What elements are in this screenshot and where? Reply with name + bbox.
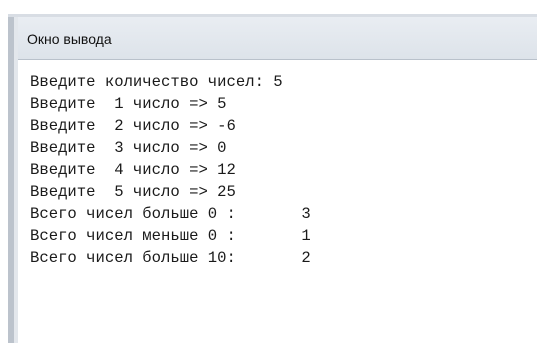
window-left-border-inner [14,17,18,343]
output-window-title-bar[interactable]: Окно вывода [18,17,537,60]
output-line-input-1: Введите 1 число => 5 [30,95,227,113]
output-line-input-3: Введите 3 число => 0 [30,139,227,157]
output-line-negative-count: Всего чисел меньше 0 : 1 [30,227,311,245]
output-window: Окно вывода Введите количество чисел: 5 … [0,0,537,343]
output-line-input-2: Введите 2 число => -6 [30,117,236,135]
output-window-title: Окно вывода [27,31,112,47]
output-line-input-4: Введите 4 число => 12 [30,161,236,179]
output-line-input-5: Введите 5 число => 25 [30,183,236,201]
output-line-greater-10-count: Всего чисел больше 10: 2 [30,249,311,267]
output-line-count-prompt: Введите количество чисел: 5 [30,73,283,91]
console-output[interactable]: Введите количество чисел: 5 Введите 1 чи… [30,71,530,269]
output-line-positive-count: Всего чисел больше 0 : 3 [30,205,311,223]
